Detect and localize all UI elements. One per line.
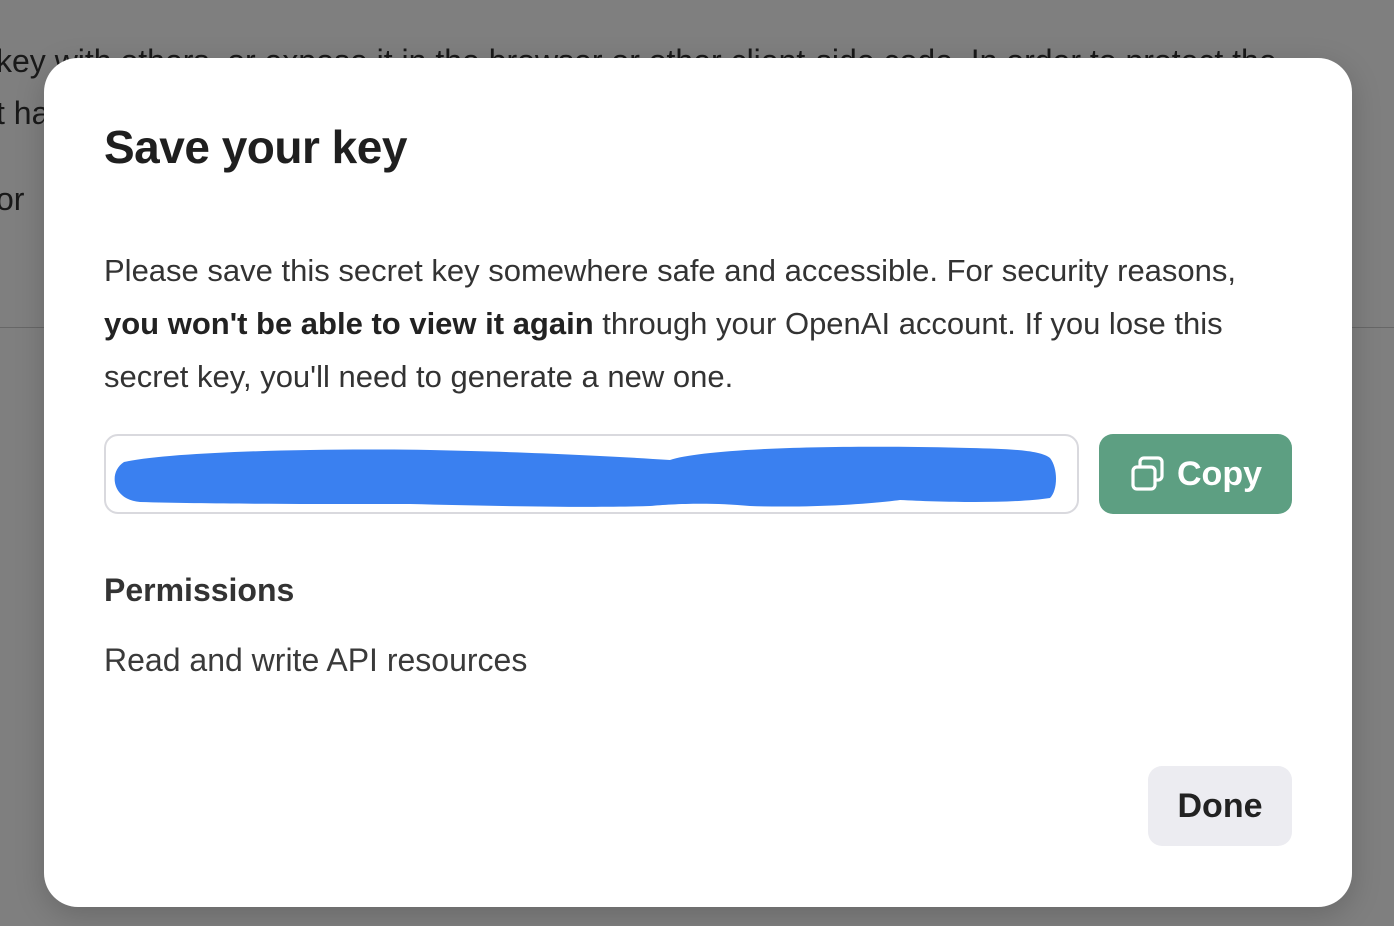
key-redaction-mark	[114, 446, 1056, 507]
permissions-heading: Permissions	[104, 572, 295, 608]
done-button[interactable]: Done	[1148, 766, 1292, 846]
dialog-description: Please save this secret key somewhere sa…	[104, 244, 1284, 403]
permissions-value: Read and write API resources	[104, 642, 528, 678]
copy-icon	[1131, 456, 1164, 491]
save-key-dialog: Save your key Please save this secret ke…	[44, 58, 1352, 907]
description-emphasis: you won't be able to view it again	[104, 306, 594, 341]
dialog-title: Save your key	[104, 121, 407, 173]
copy-button-label: Copy	[1177, 454, 1262, 493]
secret-key-field[interactable]	[104, 434, 1079, 514]
copy-button[interactable]: Copy	[1099, 434, 1292, 514]
description-text: Please save this secret key somewhere sa…	[104, 253, 1237, 288]
